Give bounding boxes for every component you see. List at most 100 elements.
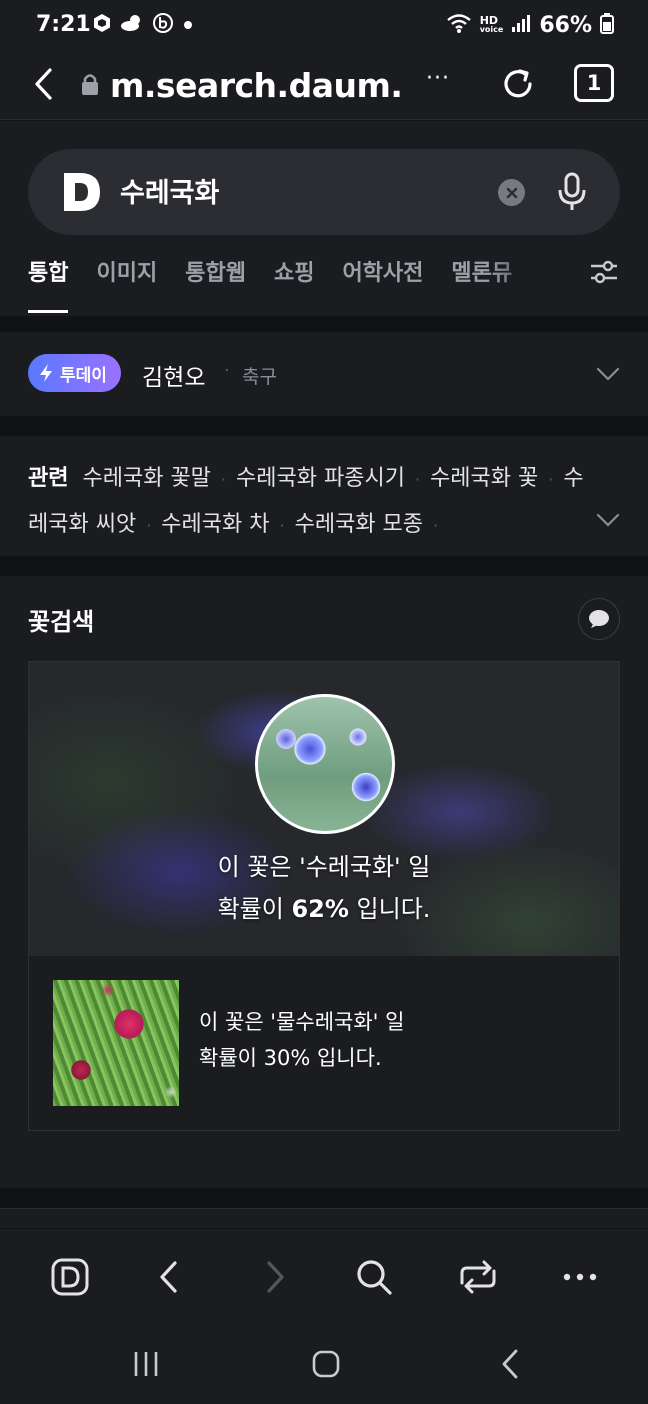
bottom-browser-toolbar <box>0 1229 648 1324</box>
status-time: 7:21 <box>36 12 91 37</box>
b-app-icon <box>152 12 174 38</box>
weather-icon <box>120 13 144 37</box>
url-more-button[interactable]: ··· <box>426 66 450 91</box>
close-icon <box>506 187 517 198</box>
lock-icon <box>80 72 100 100</box>
expand-related-button[interactable] <box>596 508 620 532</box>
search-icon <box>357 1260 392 1295</box>
browser-back-button[interactable] <box>26 64 66 104</box>
home-button[interactable] <box>306 1346 346 1382</box>
system-navigation-bar <box>0 1324 648 1404</box>
today-trending-card[interactable]: 투데이 김현오 · 축구 <box>0 332 648 416</box>
recents-icon <box>134 1352 158 1376</box>
back-icon <box>160 1261 177 1293</box>
section-divider <box>0 1208 648 1228</box>
alt-flower-photo <box>53 980 179 1106</box>
dot-icon <box>182 16 194 35</box>
related-label: 관련 <box>28 466 69 491</box>
tabs-fade-overlay <box>490 249 570 289</box>
main-result-line2: 확률이 62% 입니다. <box>29 888 619 930</box>
voice-search-button[interactable] <box>556 171 588 213</box>
wifi-icon <box>446 12 472 38</box>
signal-icon <box>511 13 531 37</box>
separator-dot: · <box>414 470 421 489</box>
alt-result-line1: 이 꽃은 '물수레국화' 일 <box>199 1010 405 1034</box>
flower-search-card: 꽃검색 이 꽃은 '수레국화' 일 확률이 62% 입니다. 이 꽃은 '물수레… <box>0 576 648 1188</box>
chevron-down-icon <box>596 513 620 527</box>
status-notification-icons <box>92 12 194 38</box>
hd-label: HD <box>479 14 499 27</box>
reload-button[interactable] <box>498 64 538 104</box>
forward-icon <box>267 1261 284 1293</box>
search-header: 통합 이미지 통합웹 쇼핑 어학사전 멜론뮤 <box>0 121 648 316</box>
daum-logo-icon[interactable] <box>60 169 104 215</box>
address-bar[interactable]: m.search.daum. <box>80 66 403 105</box>
url-text: m.search.daum. <box>110 66 403 105</box>
daum-home-icon <box>51 1258 89 1296</box>
flower-alt-result[interactable]: 이 꽃은 '물수레국화' 일 확률이 30% 입니다. <box>29 956 619 1130</box>
trending-category: 축구 <box>242 366 277 388</box>
expand-today-button[interactable] <box>596 362 620 386</box>
prob-prefix: 확률이 <box>217 895 292 923</box>
sliders-icon <box>591 260 617 284</box>
prob-suffix: 입니다. <box>348 895 431 923</box>
search-box[interactable] <box>28 149 620 235</box>
clear-search-button[interactable] <box>498 179 525 206</box>
flower-search-title: 꽃검색 <box>28 608 95 636</box>
main-probability: 62% <box>291 895 349 923</box>
main-result-line1: 이 꽃은 '수레국화' 일 <box>217 853 431 881</box>
tab-web[interactable]: 통합웹 <box>185 255 246 287</box>
back-icon <box>502 1349 518 1379</box>
more-icon <box>563 1273 597 1281</box>
chevron-down-icon <box>596 367 620 381</box>
search-button[interactable] <box>354 1257 394 1297</box>
search-filter-button[interactable] <box>588 256 620 288</box>
battery-icon <box>600 12 614 38</box>
separator-dot: · <box>224 360 230 381</box>
lightning-icon <box>40 364 52 382</box>
tab-images[interactable]: 이미지 <box>96 255 157 287</box>
microphone-icon <box>558 172 586 210</box>
speech-bubble-icon <box>589 610 609 628</box>
related-item[interactable]: 수레국화 꽃말 <box>82 466 210 491</box>
separator-dot: · <box>279 516 285 535</box>
home-icon <box>312 1350 340 1378</box>
feedback-button[interactable] <box>578 598 620 640</box>
hd-voice-indicator: HD voice <box>479 14 504 34</box>
alt-result-line2: 확률이 30% 입니다. <box>199 1046 382 1070</box>
flower-main-result[interactable]: 이 꽃은 '수레국화' 일 확률이 62% 입니다. <box>29 662 619 956</box>
related-item[interactable]: 수레국화 파종시기 <box>236 466 405 491</box>
chevron-left-icon <box>35 68 52 100</box>
search-input[interactable] <box>120 175 480 206</box>
related-searches-list: 관련 수레국화 꽃말 · 수레국화 파종시기 · 수레국화 꽃 · 수레국화 씨앗 · 수레국화 … <box>28 456 588 548</box>
related-item[interactable]: 수레국화 꽃 <box>430 466 538 491</box>
alt-result-text: 이 꽃은 '물수레국화' 일 확률이 30% 입니다. <box>199 1004 404 1076</box>
search-category-tabs: 통합 이미지 통합웹 쇼핑 어학사전 멜론뮤 <box>28 255 512 313</box>
today-badge: 투데이 <box>28 354 121 392</box>
reload-icon <box>504 69 532 98</box>
trending-name[interactable]: 김현오 <box>142 358 205 392</box>
status-bar: 7:21 HD voice 66% <box>0 0 648 50</box>
flower-results: 이 꽃은 '수레국화' 일 확률이 62% 입니다. 이 꽃은 '물수레국화' … <box>28 661 620 1131</box>
main-result-text: 이 꽃은 '수레국화' 일 확률이 62% 입니다. <box>29 846 619 930</box>
more-menu-button[interactable] <box>560 1257 600 1297</box>
flower-photo <box>255 694 395 834</box>
system-back-button[interactable] <box>490 1346 530 1382</box>
tab-count-button[interactable]: 1 <box>574 64 614 102</box>
separator-dot: · <box>146 516 152 535</box>
separator-dot: · <box>433 516 439 535</box>
box-app-icon <box>92 13 112 37</box>
tab-dictionary[interactable]: 어학사전 <box>342 255 423 287</box>
page-back-button[interactable] <box>150 1257 190 1297</box>
separator-dot: · <box>548 470 554 489</box>
recents-button[interactable] <box>126 1346 166 1382</box>
tab-shopping[interactable]: 쇼핑 <box>274 255 314 287</box>
page-forward-button[interactable] <box>254 1257 294 1297</box>
related-searches-card: 관련 수레국화 꽃말 · 수레국화 파종시기 · 수레국화 꽃 · 수레국화 씨앗 · 수레국화 … <box>0 436 648 556</box>
tab-integrated[interactable]: 통합 <box>28 255 69 313</box>
related-item[interactable]: 수레국화 차 <box>161 512 269 537</box>
daum-home-button[interactable] <box>50 1257 90 1297</box>
related-item[interactable]: 수레국화 모종 <box>295 512 423 537</box>
voice-label: voice <box>479 25 504 34</box>
switch-tabs-button[interactable] <box>458 1257 498 1297</box>
